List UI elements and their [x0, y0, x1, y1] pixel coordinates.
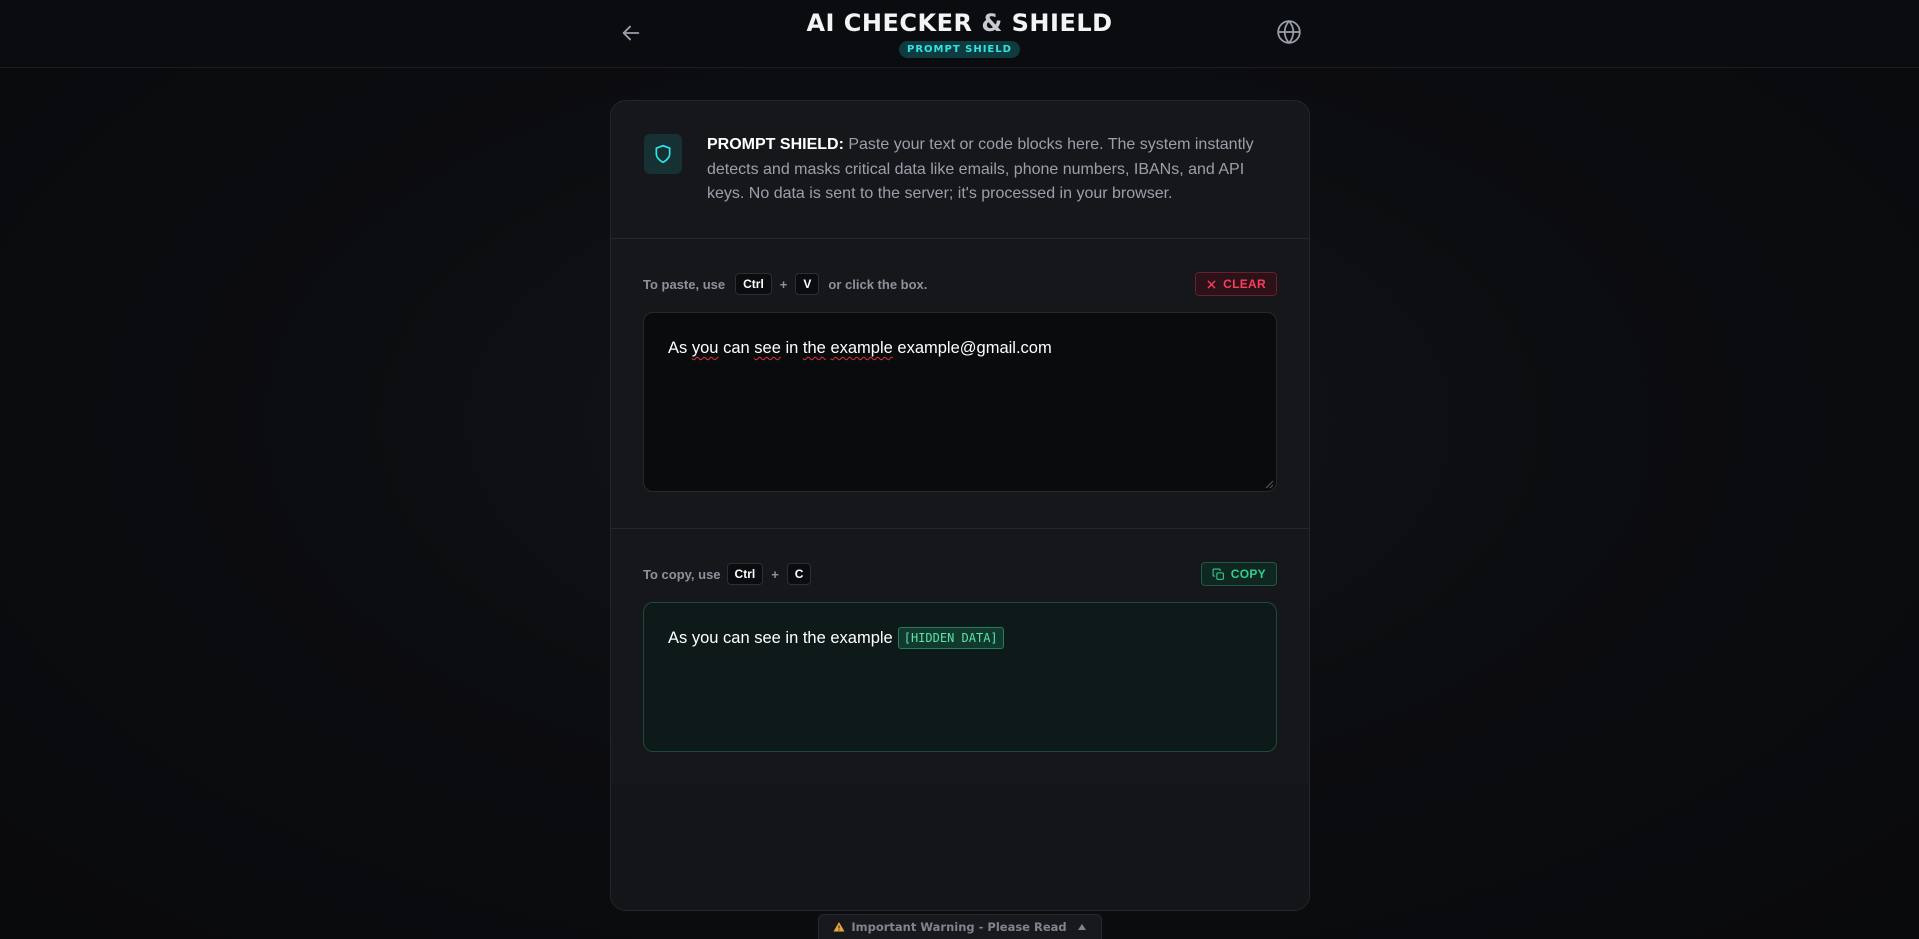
copy-icon	[1212, 568, 1224, 580]
resize-grip-icon[interactable]	[1264, 479, 1274, 489]
card-footer	[611, 785, 1309, 910]
masked-output[interactable]: As you can see in the example [HIDDEN DA…	[643, 602, 1277, 752]
brand: AI CHECKER & SHIELD PROMPT SHIELD	[0, 8, 1919, 58]
app-title: AI CHECKER & SHIELD	[806, 9, 1113, 37]
clear-button[interactable]: CLEAR	[1195, 272, 1277, 296]
kbd-ctrl: Ctrl	[726, 563, 764, 585]
input-textarea[interactable]: As you can see in the example example@gm…	[643, 312, 1277, 492]
globe-icon	[1277, 20, 1301, 44]
paste-hint: To paste, use Ctrl + V or click the box.	[643, 272, 927, 296]
copy-section: To copy, use Ctrl + C COPY As you can se…	[611, 529, 1309, 783]
hidden-data-tag: [HIDDEN DATA]	[897, 627, 1004, 649]
kbd-v: V	[795, 273, 820, 295]
info-panel: PROMPT SHIELD: Paste your text or code b…	[611, 101, 1309, 239]
important-warning-toggle[interactable]: Important Warning - Please Read	[818, 914, 1102, 939]
language-button[interactable]	[1274, 17, 1304, 47]
kbd-ctrl: Ctrl	[735, 273, 772, 295]
prompt-shield-card: PROMPT SHIELD: Paste your text or code b…	[610, 100, 1310, 911]
info-description: PROMPT SHIELD: Paste your text or code b…	[707, 136, 1254, 202]
copy-button[interactable]: COPY	[1200, 562, 1277, 586]
copy-hint: To copy, use Ctrl + C	[643, 562, 815, 586]
close-icon	[1207, 280, 1216, 288]
chevron-up-icon	[1077, 924, 1086, 930]
warning-icon	[833, 922, 845, 932]
shield-badge	[644, 134, 682, 174]
info-label: PROMPT SHIELD:	[707, 136, 844, 153]
top-header: AI CHECKER & SHIELD PROMPT SHIELD	[0, 0, 1919, 68]
mode-badge: PROMPT SHIELD	[899, 41, 1020, 58]
kbd-c: C	[786, 563, 812, 585]
paste-section: To paste, use Ctrl + V or click the box.…	[611, 239, 1309, 529]
shield-icon	[655, 144, 671, 164]
